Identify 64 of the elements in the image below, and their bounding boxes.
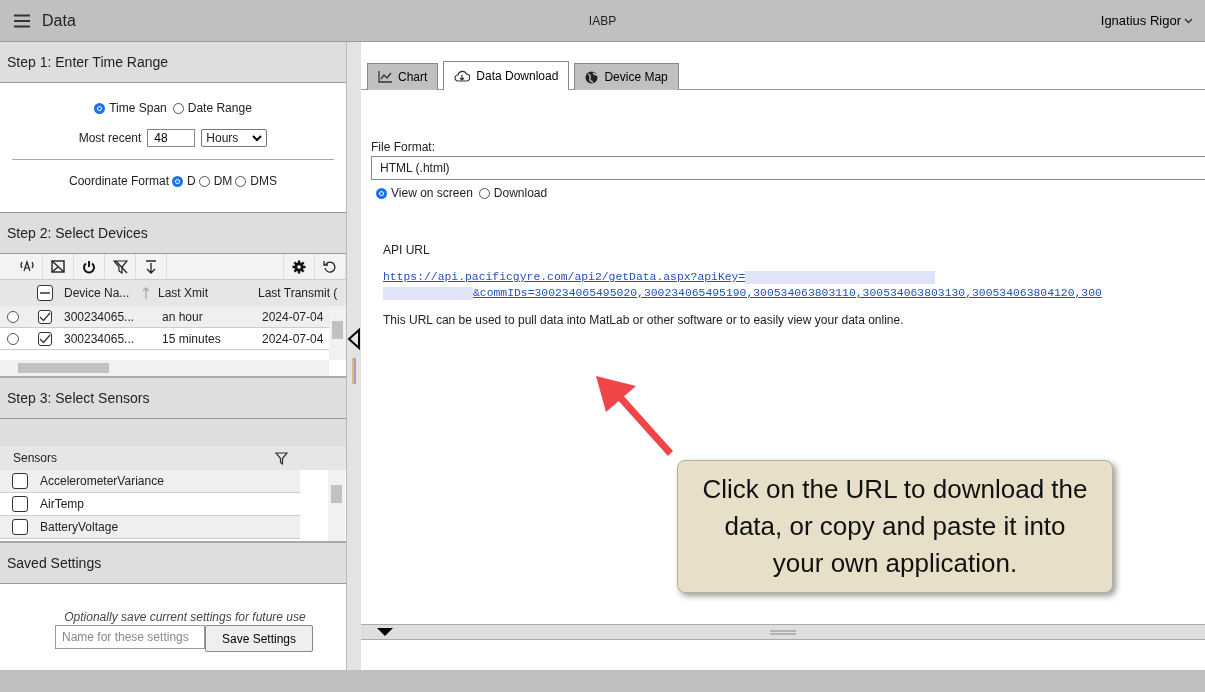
hours-field[interactable]: 48 — [147, 129, 196, 147]
field-label: Coordinate Format — [68, 174, 169, 188]
column-header[interactable]: Last Xmit — [158, 286, 258, 300]
format-dropdown[interactable]: HTML (.html) — [371, 156, 1205, 180]
save-button[interactable]: Save Settings — [205, 625, 313, 652]
tab[interactable]: Chart — [367, 63, 439, 90]
sensor-row[interactable]: BatteryVoltage — [0, 516, 300, 539]
row-checkbox[interactable] — [38, 309, 52, 324]
api-url-link[interactable]: &commIDs=300234065495020,300234065495190,300534063803110,300534063803130,300534063804120,300 — [473, 287, 1102, 303]
expand-arrow-icon[interactable] — [377, 627, 393, 637]
table-cell-text: an hour — [162, 309, 204, 324]
globe-icon — [585, 70, 599, 84]
cloud-download-icon — [454, 69, 471, 83]
radio-option[interactable]: D — [172, 174, 196, 188]
scrollbar[interactable] — [329, 306, 346, 360]
line-chart-icon — [378, 71, 392, 83]
table-cell-text: 300234065... — [64, 309, 136, 324]
tab[interactable]: Device Map — [574, 63, 679, 90]
section-title: Step 3: Select Sensors — [7, 390, 150, 406]
row-radio[interactable] — [7, 332, 19, 345]
hint-text: Optionally save current settings for future use — [64, 610, 306, 624]
section-label: API URL — [383, 243, 431, 257]
table-cell-text: 2024-07-04 — [262, 331, 325, 346]
table-cell-text: 300234065... — [64, 331, 136, 346]
section-title: Step 2: Select Devices — [7, 225, 148, 241]
field-label: Most recent — [78, 131, 142, 145]
user-menu[interactable]: Ignatius Rigor — [1100, 13, 1193, 28]
unit-dropdown[interactable]: Hours — [201, 129, 268, 147]
api-url-link[interactable]: https://api.pacificgyre.com/api2/getData.aspx?apiKey= — [383, 271, 746, 287]
radio-option[interactable]: Download — [478, 186, 548, 200]
radio-option[interactable]: Date Range — [172, 101, 252, 115]
select-all-checkbox[interactable] — [37, 285, 53, 301]
column-header[interactable]: Device Na... — [64, 286, 138, 300]
page-title: Data — [42, 11, 76, 30]
name-field[interactable]: Name for these settings — [55, 625, 205, 649]
tab[interactable]: Data Download — [443, 61, 570, 90]
table-cell-text: 15 minutes — [162, 331, 222, 346]
section-title: Saved Settings — [7, 555, 102, 571]
sensor-row[interactable]: AirTemp — [0, 493, 300, 516]
radio-option[interactable]: Time Span — [94, 101, 167, 115]
section-title: Step 1: Enter Time Range — [7, 54, 169, 70]
scrollbar[interactable] — [328, 470, 345, 541]
field-label: File Format: — [371, 140, 436, 154]
chevron-icon — [252, 134, 263, 142]
radio-option[interactable]: DM — [198, 174, 233, 188]
callout-text: Click on the URL to download the data, or copy and paste it into your own application. — [702, 473, 1088, 580]
grip-icon[interactable] — [770, 629, 796, 635]
sensor-row[interactable]: AccelerometerVariance — [0, 470, 300, 493]
filter-icon[interactable] — [275, 451, 288, 465]
collapse-arrow-icon[interactable] — [347, 328, 361, 350]
site-name: IABP — [587, 13, 618, 28]
column-header: Sensors — [13, 451, 58, 465]
table-cell-text: 2024-07-04 — [262, 309, 325, 324]
note-text: This URL can be used to pull data into MatLab or other software or to easily view your data online. — [383, 313, 905, 327]
row-checkbox[interactable] — [38, 331, 52, 346]
scrollbar[interactable] — [0, 360, 329, 376]
row-radio[interactable] — [7, 310, 19, 323]
radio-option[interactable]: DMS — [235, 174, 278, 188]
minus-icon — [40, 292, 50, 294]
column-header[interactable]: Last Transmit ( — [258, 286, 346, 300]
chevron-icon — [1184, 17, 1193, 24]
grip-icon[interactable] — [352, 358, 356, 384]
radio-option[interactable]: View on screen — [376, 186, 473, 200]
menu-icon[interactable] — [14, 13, 30, 28]
